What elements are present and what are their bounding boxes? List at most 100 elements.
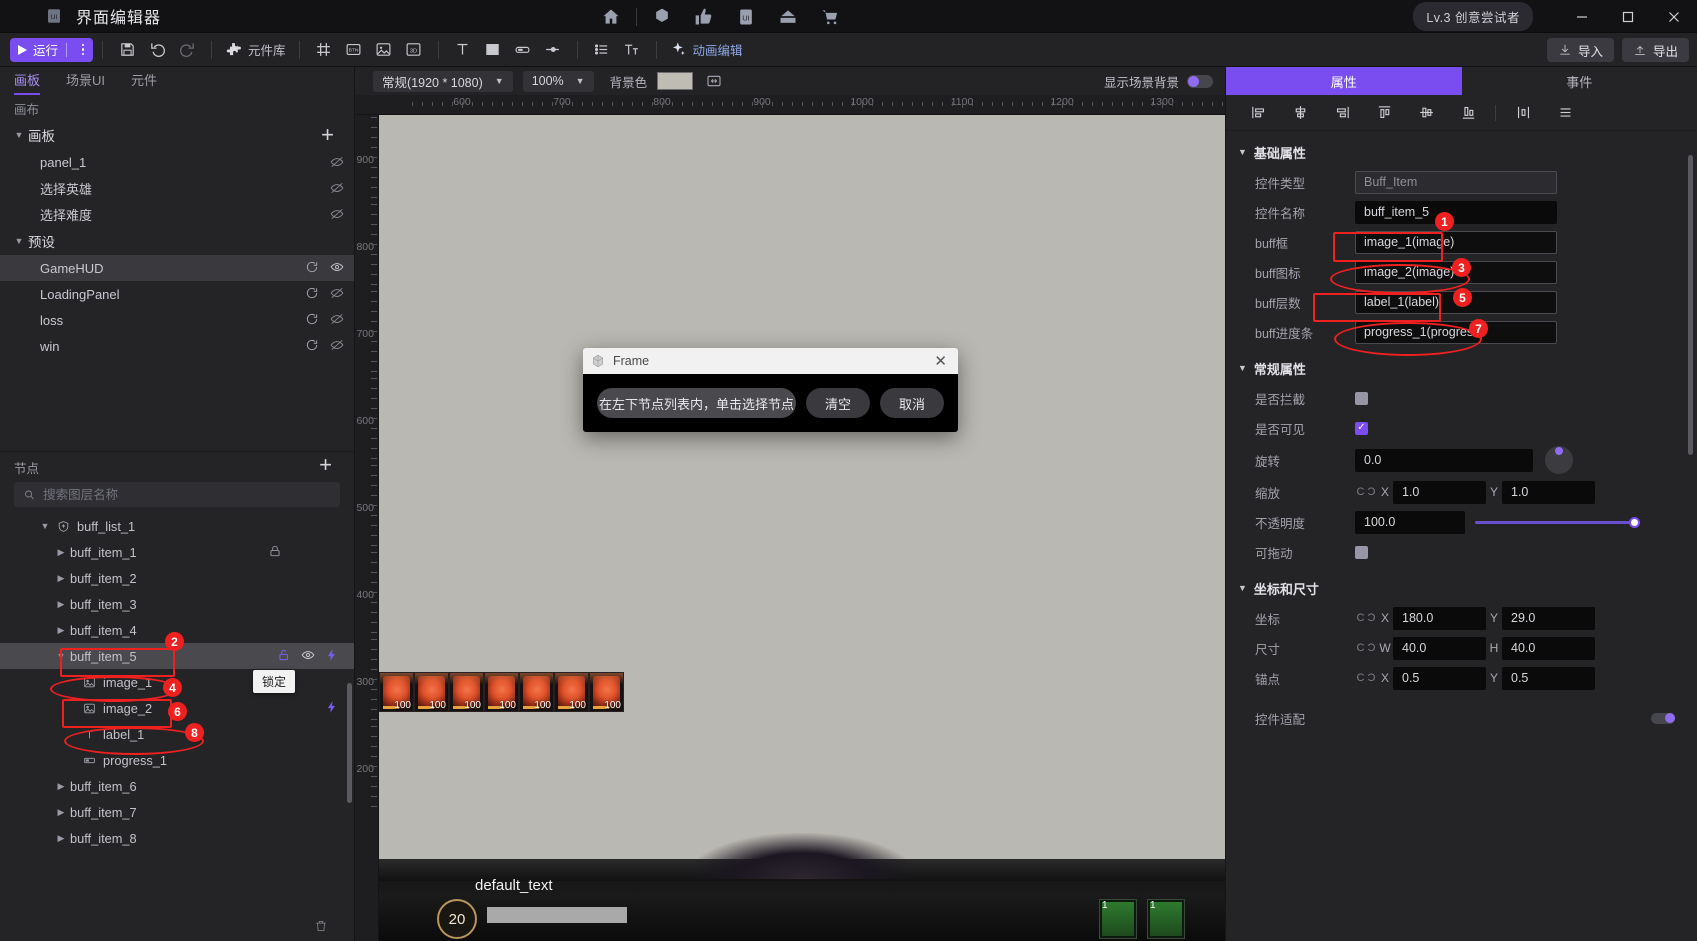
rotation-knob[interactable] [1545, 446, 1573, 474]
hud-slot-1[interactable]: 1 [1099, 899, 1137, 939]
node-search[interactable] [14, 482, 340, 507]
preset-item-gamehud[interactable]: GameHUD [0, 255, 354, 281]
btn-icon[interactable]: BTN [339, 33, 369, 67]
node-buff-list-1[interactable]: ▼ buff_list_1 [0, 513, 354, 539]
fit-screen-icon[interactable] [703, 70, 725, 92]
thumbs-up-icon[interactable] [683, 0, 725, 33]
progress-icon[interactable] [508, 33, 538, 67]
anchor-x-input[interactable]: 0.5 [1393, 666, 1486, 690]
buff-progress-input[interactable]: progress_1(progress) [1355, 320, 1557, 344]
cart-icon[interactable] [809, 0, 851, 33]
cube-3d-icon[interactable]: 3D [399, 33, 429, 67]
resolution-select[interactable]: 常规(1920 * 1080) ▼ [373, 70, 513, 92]
export-button[interactable]: 导出 [1621, 38, 1689, 62]
buff-layers-input[interactable]: label_1(label) [1355, 290, 1557, 314]
coord-x-input[interactable]: 180.0 [1393, 606, 1486, 630]
level-badge[interactable]: Lv.3 创意尝试者 [1413, 2, 1533, 31]
import-button[interactable]: 导入 [1546, 38, 1614, 62]
align-center-h-icon[interactable] [1280, 98, 1320, 128]
text-icon[interactable] [448, 33, 478, 67]
close-icon[interactable] [1651, 0, 1697, 33]
distribute-h-icon[interactable] [1503, 98, 1543, 128]
eye-off-icon[interactable] [330, 207, 344, 221]
grid-icon[interactable] [309, 33, 339, 67]
buff-item-cell[interactable]: 100 [519, 672, 554, 712]
size-w-input[interactable]: 40.0 [1393, 636, 1486, 660]
tab-properties[interactable]: 属性 [1226, 67, 1462, 95]
buff-item-cell[interactable]: 100 [449, 672, 484, 712]
maximize-icon[interactable] [1605, 0, 1651, 33]
close-icon[interactable]: ✕ [931, 354, 950, 369]
scale-y-input[interactable]: 1.0 [1502, 480, 1595, 504]
visible-checkbox[interactable] [1355, 421, 1368, 435]
add-node-button[interactable]: + [319, 454, 332, 476]
run-options-icon[interactable] [75, 43, 91, 56]
bolt-icon[interactable] [325, 700, 339, 717]
image-icon[interactable] [369, 33, 399, 67]
slider-icon[interactable] [538, 33, 568, 67]
redo-icon[interactable] [172, 33, 202, 67]
group-header-huaban[interactable]: ▼ 画板 + [0, 121, 354, 149]
unlock-icon[interactable] [277, 648, 291, 665]
artboard-item-panel1[interactable]: panel_1 [0, 149, 354, 175]
buff-item-cell[interactable]: 100 [414, 672, 449, 712]
artboard-item-hero[interactable]: 选择英雄 [0, 175, 354, 201]
add-artboard-button[interactable]: + [321, 124, 334, 146]
coord-y-input[interactable]: 29.0 [1502, 606, 1595, 630]
home-icon[interactable] [590, 0, 632, 33]
ui-icon[interactable]: UI [725, 0, 767, 33]
rotation-input[interactable]: 0.0 [1355, 448, 1533, 472]
scale-x-input[interactable]: 1.0 [1393, 480, 1486, 504]
cancel-button[interactable]: 取消 [879, 388, 944, 418]
node-buff-item-3[interactable]: ▶ buff_item_3 [0, 591, 354, 617]
eye-icon[interactable] [330, 260, 344, 277]
node-buff-item-5[interactable]: ▼ buff_item_5 [0, 643, 354, 669]
tab-events[interactable]: 事件 [1461, 67, 1697, 95]
scene-bg-toggle[interactable] [1187, 74, 1213, 88]
preset-item-loss[interactable]: loss [0, 307, 354, 333]
zoom-select[interactable]: 100% ▼ [522, 70, 594, 92]
opacity-input[interactable]: 100.0 [1355, 510, 1465, 534]
node-buff-item-2[interactable]: ▶ buff_item_2 [0, 565, 354, 591]
link-icon[interactable]: C Ɔ [1355, 672, 1377, 684]
eye-off-icon[interactable] [330, 338, 344, 355]
buff-icon-input[interactable]: image_2(image) [1355, 260, 1557, 284]
tab-components[interactable]: 元件 [131, 70, 157, 95]
buff-item-cell[interactable]: 100 [484, 672, 519, 712]
intercept-checkbox[interactable] [1355, 391, 1368, 405]
link-icon[interactable]: C Ɔ [1355, 612, 1377, 624]
refresh-icon[interactable] [305, 286, 319, 303]
align-right-icon[interactable] [1322, 98, 1362, 128]
package-icon[interactable] [641, 0, 683, 33]
save-icon[interactable] [112, 33, 142, 67]
properties-scrollbar[interactable] [1688, 155, 1693, 455]
section-coords-size[interactable]: ▼ 坐标和尺寸 [1226, 573, 1697, 603]
richtext-icon[interactable] [617, 33, 647, 67]
node-buff-item-4[interactable]: ▶ buff_item_4 [0, 617, 354, 643]
undo-icon[interactable] [142, 33, 172, 67]
distribute-v-icon[interactable] [1545, 98, 1585, 128]
node-label-1[interactable]: label_1 [0, 721, 354, 747]
hud-slot-2[interactable]: 1 [1147, 899, 1185, 939]
node-scrollbar[interactable] [347, 683, 352, 803]
node-progress-1[interactable]: progress_1 [0, 747, 354, 773]
buff-frame-input[interactable]: image_1(image) [1355, 230, 1557, 254]
section-basic-properties[interactable]: ▼ 基础属性 [1226, 137, 1697, 167]
list-icon[interactable] [587, 33, 617, 67]
node-picker-input[interactable]: 在左下节点列表内，单击选择节点 [597, 388, 796, 418]
bolt-icon[interactable] [325, 648, 339, 665]
eye-icon[interactable] [301, 648, 315, 665]
node-buff-item-6[interactable]: ▶ buff_item_6 [0, 773, 354, 799]
adapt-toggle[interactable] [1651, 712, 1675, 724]
box-open-icon[interactable] [767, 0, 809, 33]
refresh-icon[interactable] [305, 338, 319, 355]
tab-huaban[interactable]: 画板 [14, 70, 41, 95]
refresh-icon[interactable] [305, 260, 319, 277]
refresh-icon[interactable] [305, 312, 319, 329]
buff-item-cell[interactable]: 100 [554, 672, 589, 712]
align-top-icon[interactable] [1364, 98, 1404, 128]
animation-editor-button[interactable]: 动画编辑 [666, 40, 747, 59]
design-stage[interactable]: Frame ✕ 在左下节点列表内，单击选择节点 清空 取消 100 100 100 1… [379, 115, 1225, 941]
preset-item-loadingpanel[interactable]: LoadingPanel [0, 281, 354, 307]
widget-name-input[interactable]: buff_item_5 [1355, 200, 1557, 224]
